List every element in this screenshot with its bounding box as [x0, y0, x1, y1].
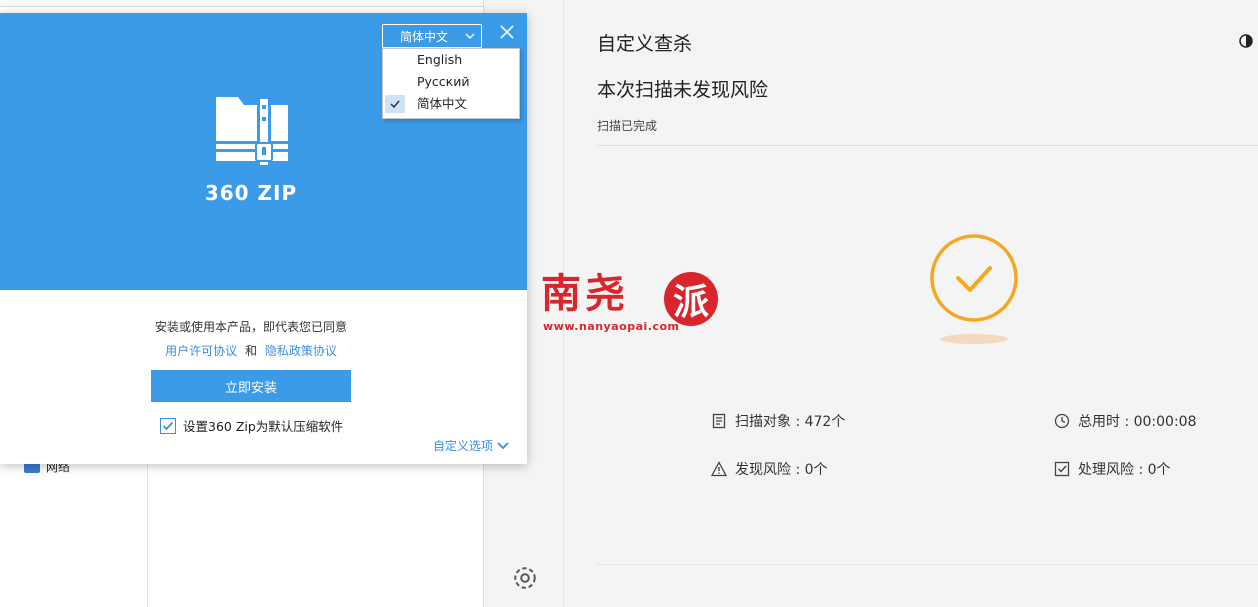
language-option-russian[interactable]: Русский [383, 71, 519, 93]
stat-handled-risk: 处理风险 : 0个 [1054, 459, 1171, 479]
success-check-icon [930, 234, 1018, 322]
custom-options-label: 自定义选项 [433, 439, 494, 453]
document-icon [712, 413, 726, 429]
bottom-divider [597, 564, 1258, 565]
clock-icon [1054, 413, 1070, 429]
stat-found-risk-text: 发现风险 : 0个 [735, 462, 828, 478]
product-name: 360 ZIP [204, 181, 298, 205]
language-select[interactable]: 简体中文 [382, 24, 482, 48]
scan-status: 扫描已完成 [597, 119, 658, 133]
watermark-circle: 派 [664, 272, 718, 326]
explorer-toolbar [0, 0, 484, 7]
watermark-text: 南尧 [541, 271, 629, 317]
checkmark-icon [162, 421, 174, 430]
checkbox-done-icon [1054, 461, 1070, 477]
watermark: 南尧 派 www.nanyaopai.com [541, 270, 721, 336]
license-agreement-link[interactable]: 用户许可协议 [165, 344, 237, 358]
agreement-text: 安装或使用本产品，即代表您已同意 [154, 320, 347, 334]
chevron-down-icon [465, 33, 475, 39]
close-icon[interactable] [496, 21, 518, 43]
stat-scan-objects-text: 扫描对象 : 472个 [735, 414, 846, 430]
custom-options-toggle[interactable]: 自定义选项 [433, 437, 509, 454]
installer-dialog: 360 ZIP 简体中文 English Русский 简体中文 安装或使用本… [0, 13, 527, 464]
language-selected-value: 简体中文 [400, 29, 449, 44]
warning-icon [711, 461, 727, 477]
privacy-policy-link[interactable]: 隐私政策协议 [265, 344, 337, 358]
agreement-links: 用户许可协议 和 隐私政策协议 [0, 342, 502, 359]
checkmark-icon [385, 95, 405, 113]
page-title: 自定义查杀 [597, 33, 693, 55]
gear-icon[interactable] [512, 565, 538, 591]
installer-header: 360 ZIP 简体中文 English Русский 简体中文 [0, 13, 527, 290]
zip-folder-logo-icon [216, 97, 288, 165]
chevron-down-icon [497, 441, 509, 449]
divider [597, 145, 1258, 146]
default-compressor-option[interactable]: 设置360 Zip为默认压缩软件 [160, 416, 343, 435]
stat-elapsed: 总用时 : 00:00:08 [1054, 411, 1197, 431]
language-option-label: 简体中文 [417, 96, 468, 111]
stat-elapsed-text: 总用时 : 00:00:08 [1078, 414, 1197, 430]
language-option-label: English [417, 52, 463, 67]
stat-scan-objects: 扫描对象 : 472个 [711, 411, 845, 431]
language-option-label: Русский [417, 74, 470, 89]
stat-handled-risk-text: 处理风险 : 0个 [1078, 462, 1171, 478]
language-option-english[interactable]: English [383, 49, 519, 71]
language-option-chinese[interactable]: 简体中文 [383, 93, 519, 115]
default-compressor-label: 设置360 Zip为默认压缩软件 [183, 419, 344, 434]
theme-toggle-icon[interactable] [1239, 34, 1253, 48]
watermark-url: www.nanyaopai.com [543, 320, 680, 333]
install-now-button[interactable]: 立即安装 [151, 370, 351, 402]
language-dropdown-menu: English Русский 简体中文 [382, 48, 520, 119]
default-compressor-checkbox[interactable] [160, 417, 176, 434]
stat-found-risk: 发现风险 : 0个 [711, 459, 828, 479]
check-shadow [940, 334, 1008, 344]
explorer-nav-pane [0, 464, 148, 607]
and-text: 和 [244, 344, 257, 358]
scan-headline: 本次扫描未发现风险 [597, 79, 769, 101]
